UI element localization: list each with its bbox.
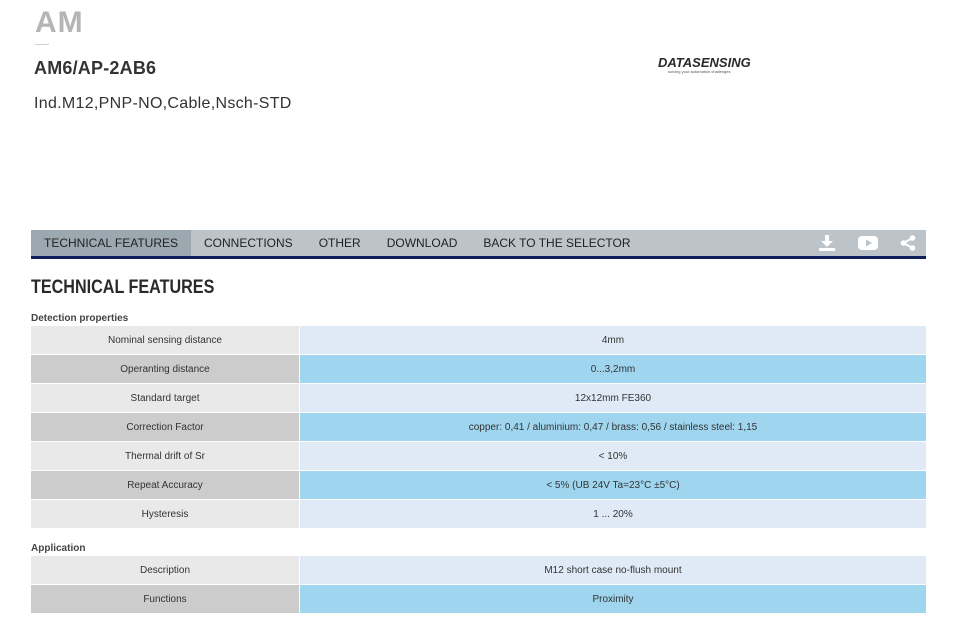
- row-value: copper: 0,41 / aluminium: 0,47 / brass: …: [299, 412, 926, 442]
- row-value: 12x12mm FE360: [299, 383, 926, 413]
- row-value: M12 short case no-flush mount: [299, 556, 926, 585]
- download-icon[interactable]: [818, 235, 836, 251]
- row-key: Repeat Accuracy: [31, 470, 300, 500]
- table-row: Operanting distance 0...3,2mm: [31, 354, 926, 384]
- row-key: Nominal sensing distance: [31, 326, 300, 355]
- product-description: Ind.M12,PNP-NO,Cable,Nsch-STD: [34, 95, 292, 112]
- tab-download[interactable]: DOWNLOAD: [374, 230, 471, 256]
- tab-other[interactable]: OTHER: [306, 230, 374, 256]
- tab-back-to-selector[interactable]: BACK TO THE SELECTOR: [470, 230, 643, 256]
- table-row: Standard target 12x12mm FE360: [31, 383, 926, 413]
- table-row: Hysteresis 1 ... 20%: [31, 499, 926, 529]
- tab-bar: TECHNICAL FEATURES CONNECTIONS OTHER DOW…: [31, 230, 926, 259]
- group-label-application: Application: [31, 543, 86, 554]
- row-key: Functions: [31, 584, 300, 614]
- table-row: Repeat Accuracy < 5% (UB 24V Ta=23°C ±5°…: [31, 470, 926, 500]
- row-value: < 5% (UB 24V Ta=23°C ±5°C): [299, 470, 926, 500]
- share-icon[interactable]: [900, 235, 916, 251]
- tab-connections[interactable]: CONNECTIONS: [191, 230, 306, 256]
- row-value: 4mm: [299, 326, 926, 355]
- table-row: Description M12 short case no-flush moun…: [31, 556, 926, 585]
- row-key: Correction Factor: [31, 412, 300, 442]
- tab-technical-features[interactable]: TECHNICAL FEATURES: [31, 230, 192, 256]
- table-row: Correction Factor copper: 0,41 / alumini…: [31, 412, 926, 442]
- table-row: Functions Proximity: [31, 584, 926, 614]
- tab-icons: [818, 230, 926, 256]
- brand-title: AM: [35, 6, 84, 39]
- datasensing-logo: DATASENSING solving your automation chal…: [658, 55, 751, 76]
- detection-properties-table: Nominal sensing distance 4mm Operanting …: [31, 326, 926, 529]
- row-value: 0...3,2mm: [299, 354, 926, 384]
- group-label-detection: Detection properties: [31, 313, 129, 324]
- row-key: Thermal drift of Sr: [31, 441, 300, 471]
- row-key: Description: [31, 556, 300, 585]
- row-key: Standard target: [31, 383, 300, 413]
- product-model: AM6/AP-2AB6: [34, 58, 157, 78]
- row-key: Operanting distance: [31, 354, 300, 384]
- application-table: Description M12 short case no-flush moun…: [31, 556, 926, 614]
- row-value: 1 ... 20%: [299, 499, 926, 529]
- table-row: Nominal sensing distance 4mm: [31, 326, 926, 355]
- youtube-icon[interactable]: [858, 236, 878, 250]
- brand-underline: [35, 44, 49, 45]
- logo-text: DATASENSING: [658, 55, 751, 70]
- row-key: Hysteresis: [31, 499, 300, 529]
- row-value: < 10%: [299, 441, 926, 471]
- row-value: Proximity: [299, 584, 926, 614]
- table-row: Thermal drift of Sr < 10%: [31, 441, 926, 471]
- section-title: TECHNICAL FEATURES: [31, 277, 215, 298]
